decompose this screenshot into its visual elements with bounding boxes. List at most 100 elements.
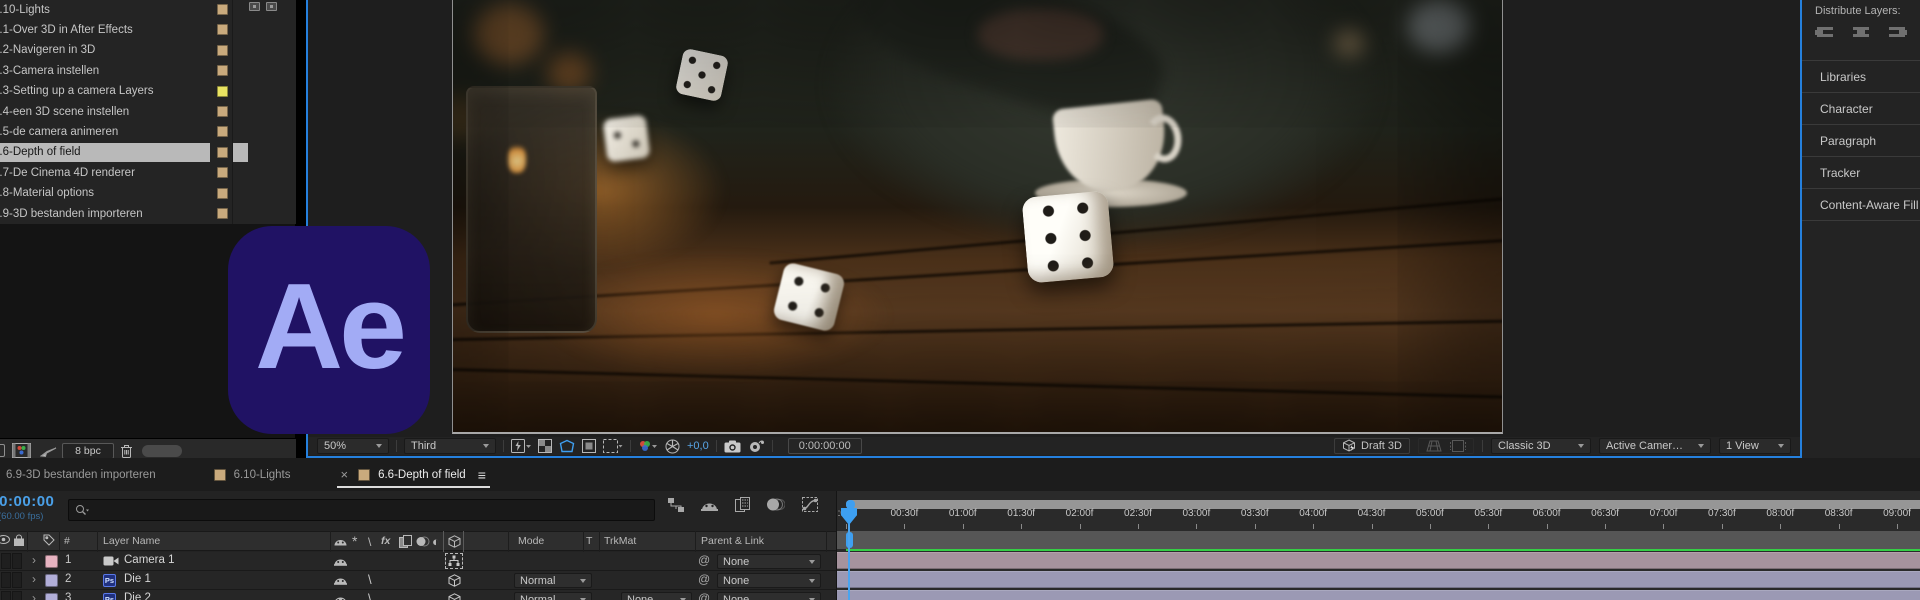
ground-plane-icon[interactable]: [1426, 440, 1442, 452]
camera-option-icon[interactable]: [445, 553, 463, 569]
parent-pickwhip-icon[interactable]: @: [698, 553, 710, 567]
new-composition-icon[interactable]: [40, 443, 57, 458]
project-item-name-area[interactable]: 6.3-Setting up a camera Layers: [0, 82, 210, 101]
project-item-name-area[interactable]: 6.8-Material options: [0, 184, 210, 203]
parent-pickwhip-icon[interactable]: @: [698, 591, 710, 600]
layer-row[interactable]: › 2 Ps Die 1 \ Normal @ None: [0, 571, 836, 590]
panel-mini-icon[interactable]: [266, 2, 277, 11]
layer-label-color[interactable]: [45, 574, 58, 587]
search-input[interactable]: [91, 503, 611, 517]
label-color-swatch[interactable]: [217, 24, 228, 35]
parent-link-dropdown[interactable]: None: [717, 592, 821, 600]
project-item-row[interactable]: 6.3-Camera instellen: [0, 61, 296, 81]
project-item-row[interactable]: 6.5-de camera animeren: [0, 122, 296, 142]
label-color-swatch[interactable]: [217, 86, 228, 97]
sidebar-panel-header[interactable]: Paragraph: [1802, 124, 1920, 156]
project-bit-depth-button[interactable]: 8 bpc: [62, 443, 114, 459]
mask-path-visibility-icon[interactable]: [559, 438, 575, 454]
parent-link-dropdown[interactable]: None: [717, 573, 821, 588]
close-icon[interactable]: ×: [341, 467, 349, 482]
composition-viewport[interactable]: [306, 0, 1802, 437]
channel-settings-icon[interactable]: [638, 438, 658, 454]
layer-label-color[interactable]: [45, 593, 58, 600]
exposure-value[interactable]: +0,0: [687, 440, 709, 452]
region-of-interest-icon[interactable]: [603, 438, 623, 454]
project-item-name-area[interactable]: 6.3-Camera instellen: [0, 61, 210, 80]
label-color-swatch[interactable]: [217, 4, 228, 15]
view-layout-dropdown[interactable]: 1 View: [1719, 438, 1791, 454]
layer-duration-bar[interactable]: [837, 571, 1920, 588]
project-item-row[interactable]: 6.4-een 3D scene instellen: [0, 102, 296, 122]
audio-toggle[interactable]: [12, 572, 22, 588]
project-item-row[interactable]: 6.6-Depth of field: [0, 143, 296, 163]
timeline-tab[interactable]: 6.10-Lights: [214, 458, 291, 491]
label-color-swatch[interactable]: [217, 147, 228, 158]
project-item-row[interactable]: 6.7-De Cinema 4D renderer: [0, 163, 296, 183]
layer-row[interactable]: › 3 Ps Die 2 \ Normal None @ None: [0, 590, 836, 600]
distribute-center-icon[interactable]: [1851, 24, 1877, 42]
label-color-swatch[interactable]: [217, 106, 228, 117]
distribute-right-icon[interactable]: [1887, 24, 1913, 42]
shy-switch[interactable]: [334, 594, 347, 600]
expand-chevron[interactable]: ›: [32, 572, 36, 586]
layer-duration-bar[interactable]: [837, 590, 1920, 600]
project-item-row[interactable]: 6.9-3D bestanden importeren: [0, 204, 296, 224]
work-area-bar[interactable]: [837, 531, 1920, 549]
graph-editor-icon[interactable]: [802, 497, 818, 512]
project-item-row[interactable]: 6.8-Material options: [0, 184, 296, 204]
project-item-name-area[interactable]: 6.2-Navigeren in 3D: [0, 41, 210, 60]
quality-switch[interactable]: \: [368, 572, 372, 587]
track-matte-dropdown[interactable]: None: [621, 592, 692, 600]
trash-icon[interactable]: [120, 443, 133, 458]
label-color-swatch[interactable]: [217, 45, 228, 56]
viewer-timecode[interactable]: 0:00:00:00: [788, 438, 862, 454]
parent-link-dropdown[interactable]: None: [717, 554, 821, 569]
transparency-grid-icon[interactable]: [538, 438, 552, 454]
timeline-search-box[interactable]: [68, 499, 655, 521]
take-snapshot-icon[interactable]: [724, 438, 741, 454]
label-color-swatch[interactable]: [217, 208, 228, 219]
panel-menu-icon[interactable]: ≡: [478, 467, 486, 483]
reset-exposure-icon[interactable]: [665, 438, 680, 454]
project-item-row[interactable]: 6.1-Over 3D in After Effects: [0, 20, 296, 40]
video-toggle[interactable]: [1, 572, 11, 588]
project-item-name-area[interactable]: 6.1-Over 3D in After Effects: [0, 20, 210, 39]
timeline-tab[interactable]: 6.9-3D bestanden importeren: [6, 458, 156, 491]
quality-switch[interactable]: \: [368, 591, 372, 600]
expand-chevron[interactable]: ›: [32, 591, 36, 600]
sidebar-panel-header[interactable]: Character: [1802, 92, 1920, 124]
magnification-dropdown[interactable]: 50%: [317, 438, 389, 454]
layer-name[interactable]: Camera 1: [124, 554, 175, 566]
blend-mode-dropdown[interactable]: Normal: [514, 573, 592, 588]
extended-viewer-icon[interactable]: [1450, 440, 1466, 452]
composition-mini-flowchart-icon[interactable]: [668, 498, 684, 512]
horizontal-scrollbar-thumb[interactable]: [142, 445, 182, 457]
fast-previews-icon[interactable]: [511, 438, 531, 454]
layer-label-color[interactable]: [45, 555, 58, 568]
renderer-dropdown[interactable]: Classic 3D: [1491, 438, 1591, 454]
grid-guide-options-icon[interactable]: [582, 438, 596, 454]
panel-mini-icon[interactable]: [249, 2, 260, 11]
layer-name[interactable]: Die 1: [124, 573, 151, 585]
video-toggle[interactable]: [1, 553, 11, 569]
3d-layer-switch[interactable]: [448, 574, 461, 587]
sidebar-panel-header[interactable]: Content-Aware Fill: [1802, 188, 1920, 220]
show-snapshot-icon[interactable]: [748, 438, 765, 454]
timeline-tab-active[interactable]: × 6.6-Depth of field ≡: [337, 458, 490, 491]
interpret-footage-icon[interactable]: [12, 443, 31, 458]
shy-switch[interactable]: [334, 575, 347, 585]
parent-pickwhip-icon[interactable]: @: [698, 572, 710, 586]
project-item-name-area[interactable]: 6.7-De Cinema 4D renderer: [0, 163, 210, 182]
audio-toggle[interactable]: [12, 553, 22, 569]
resolution-dropdown[interactable]: Third: [404, 438, 496, 454]
draft-3d-toggle[interactable]: Draft 3D: [1334, 438, 1410, 454]
label-color-swatch[interactable]: [217, 65, 228, 76]
expand-chevron[interactable]: ›: [32, 553, 36, 567]
project-item-name-area[interactable]: 6.4-een 3D scene instellen: [0, 102, 210, 121]
time-ruler[interactable]: :00f 00:30f 01:00f 01:30f 02:00f 02:30f …: [836, 508, 1920, 523]
project-item-row[interactable]: 6.3-Setting up a camera Layers: [0, 82, 296, 102]
project-item-name-area[interactable]: 6.10-Lights: [0, 0, 210, 19]
label-color-swatch[interactable]: [217, 188, 228, 199]
current-time-display[interactable]: 0:00:00:00: [0, 493, 60, 510]
frame-blending-icon[interactable]: [735, 497, 750, 512]
